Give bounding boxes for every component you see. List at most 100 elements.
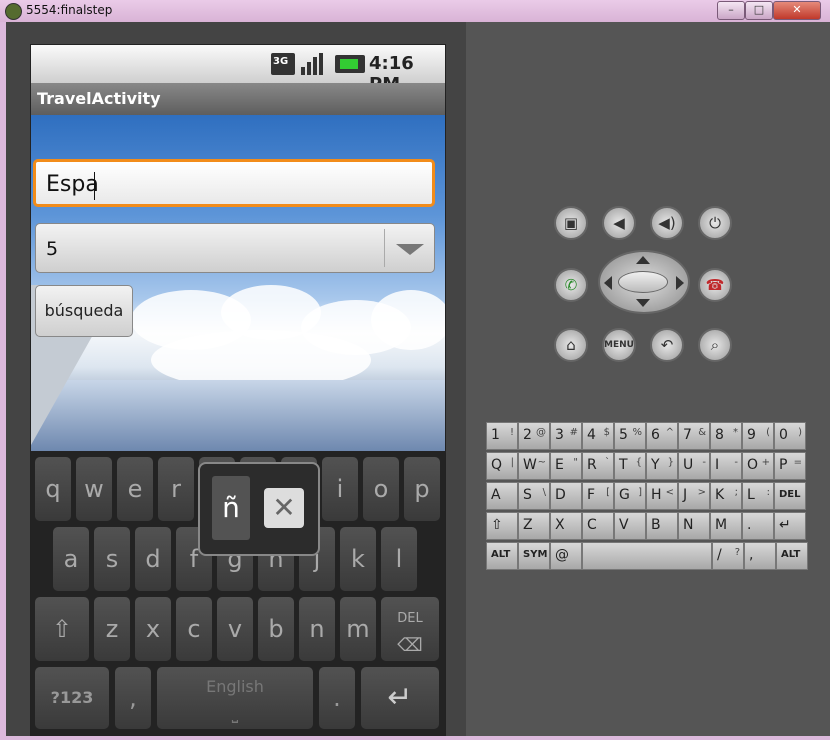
hw-key-space[interactable] — [582, 542, 712, 570]
key-v[interactable]: v — [217, 597, 253, 661]
key-m[interactable]: m — [340, 597, 376, 661]
hw-key-d[interactable]: D — [550, 482, 582, 510]
key-k[interactable]: k — [340, 527, 376, 591]
key-x[interactable]: x — [135, 597, 171, 661]
key-z[interactable]: z — [94, 597, 130, 661]
key-l[interactable]: l — [381, 527, 417, 591]
back-icon[interactable]: ↶ — [650, 328, 684, 362]
key-s[interactable]: s — [94, 527, 130, 591]
hw-key-5[interactable]: 5% — [614, 422, 646, 450]
destination-text-field[interactable]: Espa — [33, 159, 435, 207]
hw-key-o[interactable]: O + — [742, 452, 774, 480]
delete-key[interactable]: DEL ⌫ — [381, 597, 439, 661]
hw-key-i[interactable]: I- — [710, 452, 742, 480]
arrow-left-icon[interactable] — [604, 276, 612, 290]
hw-key-alt[interactable]: ALT — [486, 542, 518, 570]
key-d[interactable]: d — [135, 527, 171, 591]
end-call-icon[interactable]: ☎ — [698, 268, 732, 302]
arrow-down-icon[interactable] — [636, 299, 650, 307]
hw-key-q[interactable]: Q | — [486, 452, 518, 480]
key-q[interactable]: q — [35, 457, 71, 521]
hw-key-⇧[interactable]: ⇧ — [486, 512, 518, 540]
hw-key-z[interactable]: Z — [518, 512, 550, 540]
close-window-button[interactable]: ✕ — [773, 1, 821, 20]
hw-key-u[interactable]: U- — [678, 452, 710, 480]
hw-key-a[interactable]: A — [486, 482, 518, 510]
hw-key-1[interactable]: 1! — [486, 422, 518, 450]
hw-key-/[interactable]: /? — [712, 542, 744, 570]
key-a[interactable]: a — [53, 527, 89, 591]
hw-key-j[interactable]: J > — [678, 482, 710, 510]
hw-key-l[interactable]: L: — [742, 482, 774, 510]
menu-button[interactable]: MENU — [602, 328, 636, 362]
hw-key-6[interactable]: 6 ^ — [646, 422, 678, 450]
key-b[interactable]: b — [258, 597, 294, 661]
close-icon[interactable]: ✕ — [264, 488, 304, 528]
hw-key-e[interactable]: E " — [550, 452, 582, 480]
hw-key-@[interactable]: @ — [550, 542, 582, 570]
hw-key-9[interactable]: 9( — [742, 422, 774, 450]
key-c[interactable]: c — [176, 597, 212, 661]
hw-key-3[interactable]: 3 # — [550, 422, 582, 450]
shift-key[interactable]: ⇧ — [35, 597, 89, 661]
hw-key-h[interactable]: H < — [646, 482, 678, 510]
hw-key-0[interactable]: 0) — [774, 422, 806, 450]
period-key[interactable]: . — [319, 667, 355, 729]
hw-key-.[interactable]: . — [742, 512, 774, 540]
hw-key-↵[interactable]: ↵ — [774, 512, 806, 540]
hw-key-c[interactable]: C — [582, 512, 614, 540]
hw-key-k[interactable]: K; — [710, 482, 742, 510]
symbols-key[interactable]: ?123 — [35, 667, 109, 729]
hw-key-r[interactable]: R ` — [582, 452, 614, 480]
arrow-up-icon[interactable] — [636, 256, 650, 264]
maximize-button[interactable]: □ — [745, 1, 773, 20]
hw-key-sym[interactable]: SYM — [518, 542, 550, 570]
hw-key-alt-label: ` — [605, 457, 610, 468]
call-icon[interactable]: ✆ — [554, 268, 588, 302]
camera-icon[interactable]: ▣ — [554, 206, 588, 240]
hw-key-b[interactable]: B — [646, 512, 678, 540]
key-r[interactable]: r — [158, 457, 194, 521]
hw-key-,[interactable]: , — [744, 542, 776, 570]
space-key[interactable]: English ⎵ — [157, 667, 313, 729]
hw-key-n[interactable]: N — [678, 512, 710, 540]
hw-key-x[interactable]: X — [550, 512, 582, 540]
hw-key-f[interactable]: F[ — [582, 482, 614, 510]
arrow-right-icon[interactable] — [676, 276, 684, 290]
hw-key-w[interactable]: W ~ — [518, 452, 550, 480]
volume-down-icon[interactable]: ◀ — [602, 206, 636, 240]
popup-char-key[interactable]: ñ — [212, 476, 250, 540]
hw-key-v[interactable]: V — [614, 512, 646, 540]
hw-key-t[interactable]: T{ — [614, 452, 646, 480]
hw-key-alt-label: > — [697, 487, 706, 498]
hw-key-alt[interactable]: ALT — [776, 542, 808, 570]
hw-key-y[interactable]: Y} — [646, 452, 678, 480]
search-icon[interactable]: ⌕ — [698, 328, 732, 362]
spinner-dropdown[interactable]: 5 — [35, 223, 435, 273]
key-p[interactable]: p — [404, 457, 440, 521]
hw-key-s[interactable]: S \ — [518, 482, 550, 510]
search-button[interactable]: búsqueda — [35, 285, 133, 337]
hw-key-g[interactable]: G] — [614, 482, 646, 510]
dpad-center[interactable] — [618, 271, 668, 293]
comma-key[interactable]: , — [115, 667, 151, 729]
home-icon[interactable]: ⌂ — [554, 328, 588, 362]
hw-key-m[interactable]: M — [710, 512, 742, 540]
key-i[interactable]: i — [322, 457, 358, 521]
hw-key-del[interactable]: DEL — [774, 482, 806, 510]
hw-key-alt-label: \ — [542, 487, 546, 498]
key-e[interactable]: e — [117, 457, 153, 521]
enter-key[interactable]: ↵ — [361, 667, 439, 729]
emulator-control-panel — [466, 22, 830, 736]
minimize-button[interactable]: – — [717, 1, 745, 20]
power-icon[interactable]: ⏻ — [698, 206, 732, 240]
hw-key-7[interactable]: 7 & — [678, 422, 710, 450]
hw-key-4[interactable]: 4 $ — [582, 422, 614, 450]
key-w[interactable]: w — [76, 457, 112, 521]
hw-key-p[interactable]: P = — [774, 452, 806, 480]
hw-key-8[interactable]: 8 * — [710, 422, 742, 450]
key-o[interactable]: o — [363, 457, 399, 521]
hw-key-2[interactable]: 2 @ — [518, 422, 550, 450]
key-n[interactable]: n — [299, 597, 335, 661]
volume-up-icon[interactable]: ◀) — [650, 206, 684, 240]
